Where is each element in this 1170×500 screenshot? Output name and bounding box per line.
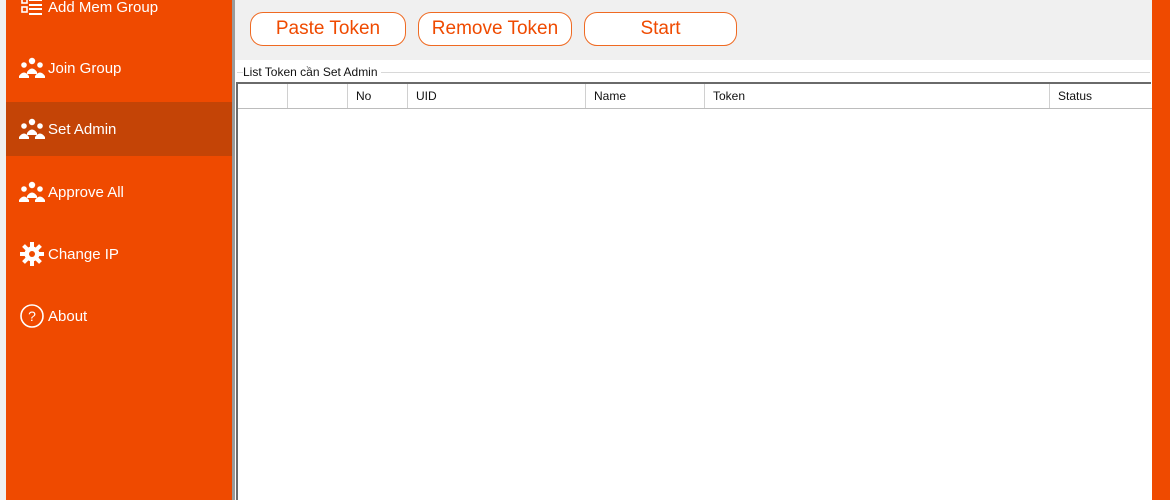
sidebar-item-label: About bbox=[48, 307, 88, 325]
token-grid[interactable]: No UID Name Token Status bbox=[236, 82, 1153, 500]
column-header-select[interactable] bbox=[238, 84, 288, 108]
sidebar-item-label: Add Mem Group bbox=[48, 0, 159, 16]
toolbar: Paste Token Remove Token Start bbox=[235, 0, 1152, 60]
group-title: List Token cần Set Admin bbox=[243, 65, 381, 79]
svg-text:?: ? bbox=[28, 308, 36, 324]
sidebar-item-add-mem-group[interactable]: Add Mem Group bbox=[6, 0, 232, 34]
column-header-check[interactable] bbox=[288, 84, 348, 108]
sidebar-item-label: Approve All bbox=[48, 183, 124, 201]
column-header-token[interactable]: Token bbox=[705, 84, 1050, 108]
sidebar: Add Mem Group Join Group Set Admin Appro… bbox=[6, 0, 232, 500]
paste-token-button[interactable]: Paste Token bbox=[250, 12, 406, 46]
group-users-icon bbox=[18, 115, 46, 143]
group-users-icon bbox=[18, 178, 46, 206]
column-header-status[interactable]: Status bbox=[1050, 84, 1153, 108]
sidebar-item-label: Change IP bbox=[48, 245, 119, 263]
sidebar-item-about[interactable]: ? About bbox=[6, 289, 232, 343]
start-button[interactable]: Start bbox=[584, 12, 737, 46]
sidebar-item-approve-all[interactable]: Approve All bbox=[6, 165, 232, 219]
token-list-group: List Token cần Set Admin No UID Name Tok… bbox=[235, 60, 1153, 500]
question-circle-icon: ? bbox=[18, 302, 46, 330]
sidebar-item-set-admin[interactable]: Set Admin bbox=[6, 102, 232, 156]
column-header-no[interactable]: No bbox=[348, 84, 408, 108]
sidebar-item-join-group[interactable]: Join Group bbox=[6, 41, 232, 95]
group-users-icon bbox=[18, 54, 46, 82]
sidebar-item-label: Set Admin bbox=[48, 120, 117, 138]
column-header-name[interactable]: Name bbox=[586, 84, 705, 108]
sidebar-item-label: Join Group bbox=[48, 59, 122, 77]
column-header-uid[interactable]: UID bbox=[408, 84, 586, 108]
remove-token-button[interactable]: Remove Token bbox=[418, 12, 572, 46]
sidebar-item-change-ip[interactable]: Change IP bbox=[6, 227, 232, 281]
grid-header: No UID Name Token Status bbox=[238, 84, 1153, 109]
window-right-edge bbox=[1152, 0, 1170, 500]
list-add-icon bbox=[18, 0, 46, 21]
gear-icon bbox=[18, 240, 46, 268]
